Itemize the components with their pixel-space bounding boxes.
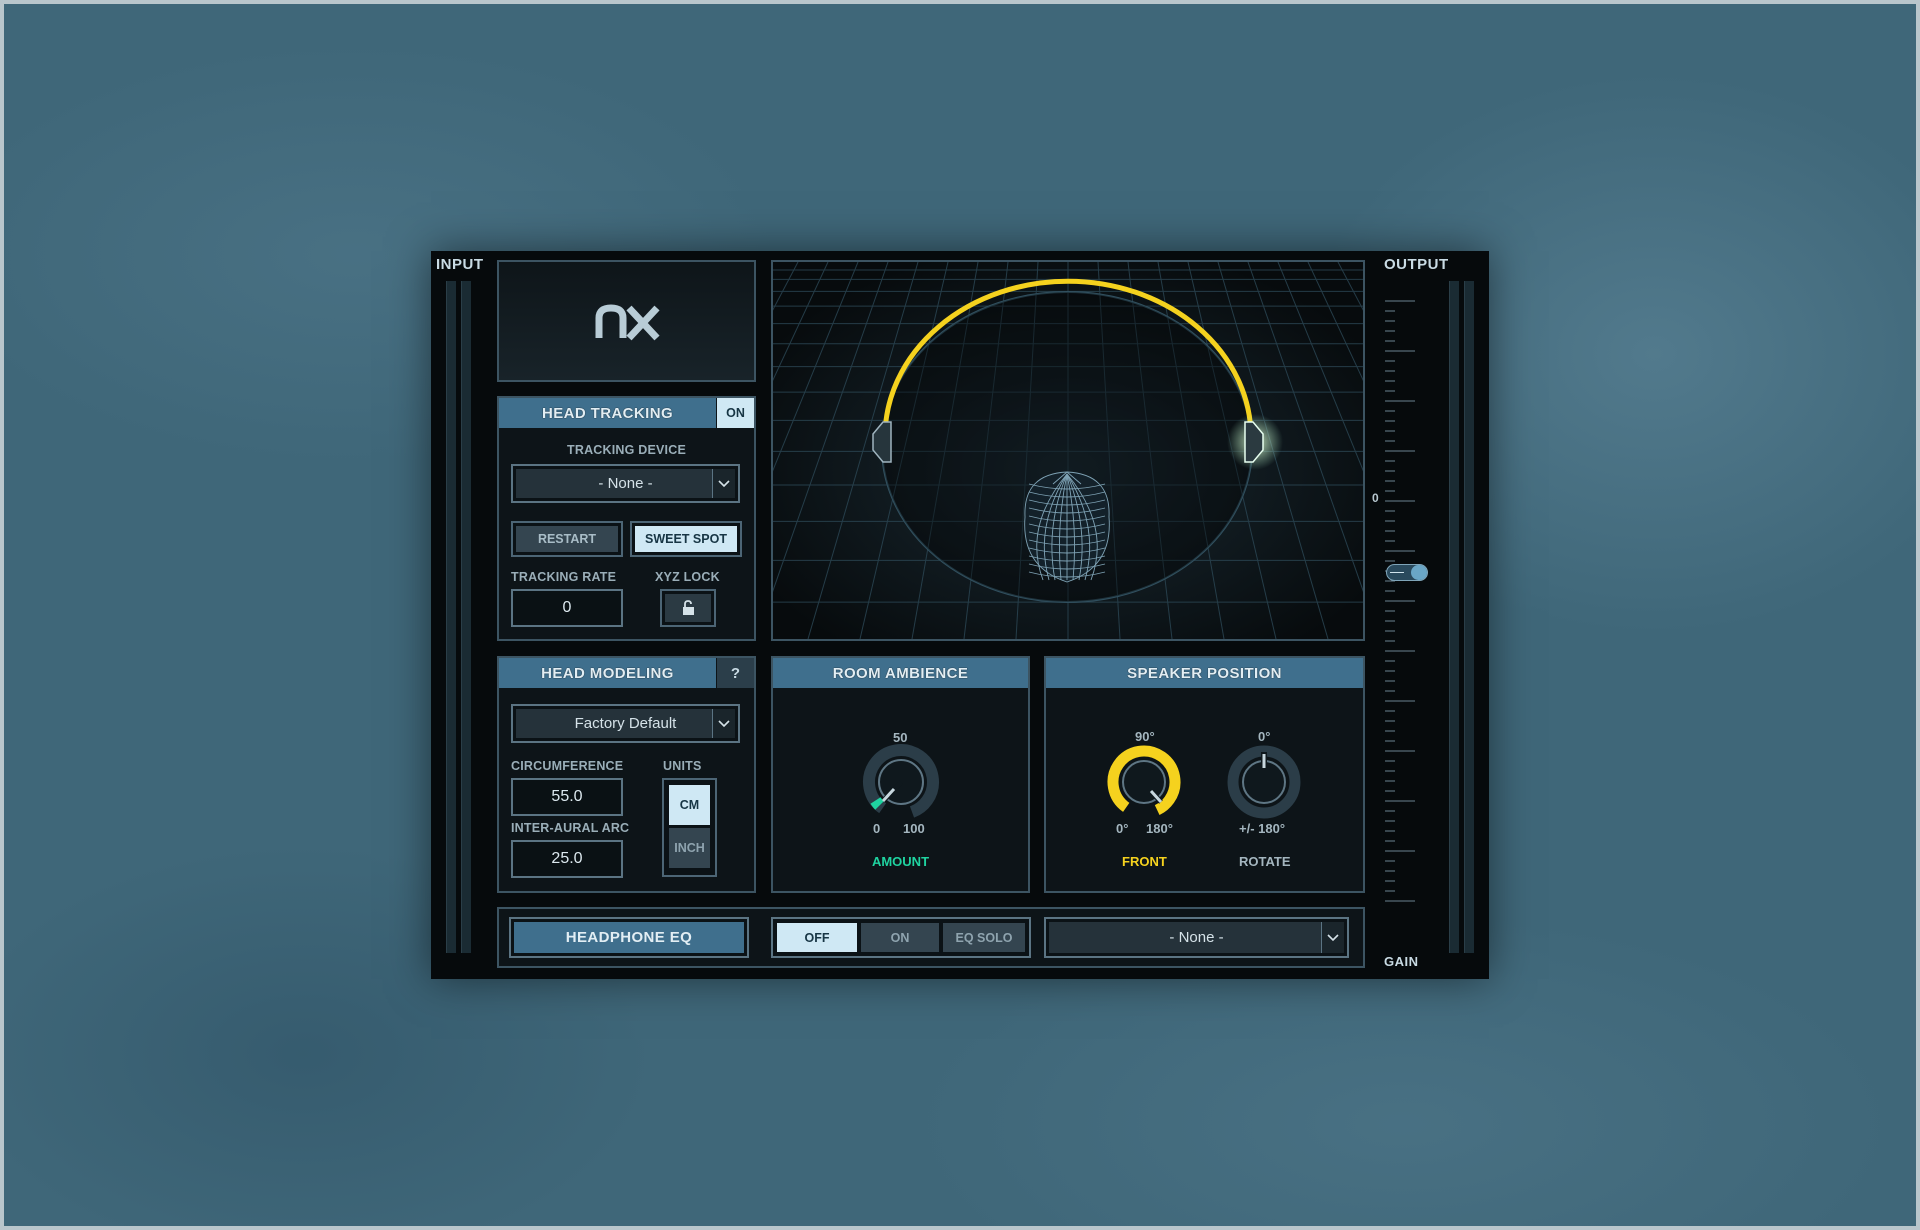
xyz-lock-button[interactable]	[660, 589, 716, 627]
rotate-knob[interactable]	[1224, 742, 1304, 822]
head-model-value: Factory Default	[574, 715, 677, 732]
head-modeling-panel: HEAD MODELING ? Factory Default CIRCUMFE…	[497, 656, 756, 893]
tracking-rate-field[interactable]: 0	[511, 589, 623, 627]
output-meter-right	[1464, 281, 1474, 953]
headphone-eq-title: HEADPHONE EQ	[514, 922, 744, 953]
input-meter-left	[446, 281, 456, 953]
amount-knob[interactable]	[861, 742, 941, 822]
units-label: UNITS	[663, 759, 702, 773]
tracking-device-label: TRACKING DEVICE	[567, 443, 686, 457]
head-modeling-title: HEAD MODELING	[499, 658, 716, 688]
circumference-field[interactable]: 55.0	[511, 778, 623, 816]
unit-inch-button[interactable]: INCH	[669, 828, 710, 868]
logo-panel	[497, 260, 756, 382]
headphone-eq-title-box: HEADPHONE EQ	[509, 917, 749, 958]
units-toggle: CM INCH	[662, 778, 717, 877]
speaker-position-title: SPEAKER POSITION	[1046, 658, 1363, 688]
unlock-icon	[683, 600, 694, 615]
ambience-max-label: 100	[903, 821, 925, 836]
tracking-device-value: - None -	[598, 475, 653, 492]
gain-slider-handle[interactable]	[1386, 564, 1428, 581]
headphone-eq-bar: HEADPHONE EQ OFF ON EQ SOLO - None -	[497, 907, 1365, 968]
gain-zero-label: 0	[1372, 491, 1379, 505]
output-meter-label: OUTPUT	[1384, 256, 1449, 273]
sweet-spot-button[interactable]: SWEET SPOT	[630, 521, 742, 557]
xyz-lock-label: XYZ LOCK	[655, 570, 720, 584]
circumference-label: CIRCUMFERENCE	[511, 759, 624, 773]
head-model-dropdown[interactable]: Factory Default	[511, 704, 740, 743]
eq-mode-toggle: OFF ON EQ SOLO	[771, 917, 1031, 958]
ambience-min-label: 0	[873, 821, 881, 836]
front-label: FRONT	[1122, 854, 1167, 869]
front-min-label: 0°	[1116, 821, 1129, 836]
rotate-label: ROTATE	[1239, 854, 1291, 869]
eq-solo-button[interactable]: EQ SOLO	[943, 923, 1025, 952]
front-max-label: 180°	[1146, 821, 1173, 836]
nx-plugin-window: INPUT OUTPUT 0 GAIN HEAD TRACKING ON TRA…	[431, 251, 1489, 979]
chevron-down-icon	[1321, 922, 1344, 953]
input-meter-label: INPUT	[436, 256, 484, 273]
tracking-device-dropdown[interactable]: - None -	[511, 464, 740, 503]
headphone-model-dropdown[interactable]: - None -	[1044, 917, 1349, 958]
input-meter-right	[461, 281, 471, 953]
speaker-position-panel: SPEAKER POSITION 90° 0° 180° FRONT 0° +/…	[1044, 656, 1365, 893]
amount-label: AMOUNT	[871, 854, 930, 869]
inter-aural-arc-label: INTER-AURAL ARC	[511, 821, 630, 835]
spatial-visualizer	[773, 262, 1363, 639]
head-tracking-toggle[interactable]: ON	[717, 398, 754, 428]
output-meter-left	[1449, 281, 1459, 953]
front-knob[interactable]	[1104, 742, 1184, 822]
room-ambience-panel: ROOM AMBIENCE 50 0 100 AMOUNT	[771, 656, 1030, 893]
tracking-rate-label: TRACKING RATE	[511, 570, 617, 584]
eq-on-button[interactable]: ON	[861, 923, 939, 952]
room-ambience-title: ROOM AMBIENCE	[773, 658, 1028, 688]
gain-label: GAIN	[1384, 954, 1419, 969]
head-tracking-panel: HEAD TRACKING ON TRACKING DEVICE - None …	[497, 396, 756, 641]
nx-logo	[595, 304, 660, 341]
rotate-range-label: +/- 180°	[1239, 821, 1286, 836]
head-tracking-title: HEAD TRACKING	[499, 398, 716, 428]
headphone-model-value: - None -	[1169, 929, 1224, 946]
head-3d-view[interactable]	[771, 260, 1365, 641]
inter-aural-arc-field[interactable]: 25.0	[511, 840, 623, 878]
help-button[interactable]: ?	[717, 658, 754, 688]
gain-scale	[1385, 300, 1415, 902]
eq-off-button[interactable]: OFF	[777, 923, 857, 952]
unit-cm-button[interactable]: CM	[669, 785, 710, 825]
restart-button[interactable]: RESTART	[511, 521, 623, 557]
chevron-down-icon	[712, 709, 735, 738]
chevron-down-icon	[712, 469, 735, 498]
